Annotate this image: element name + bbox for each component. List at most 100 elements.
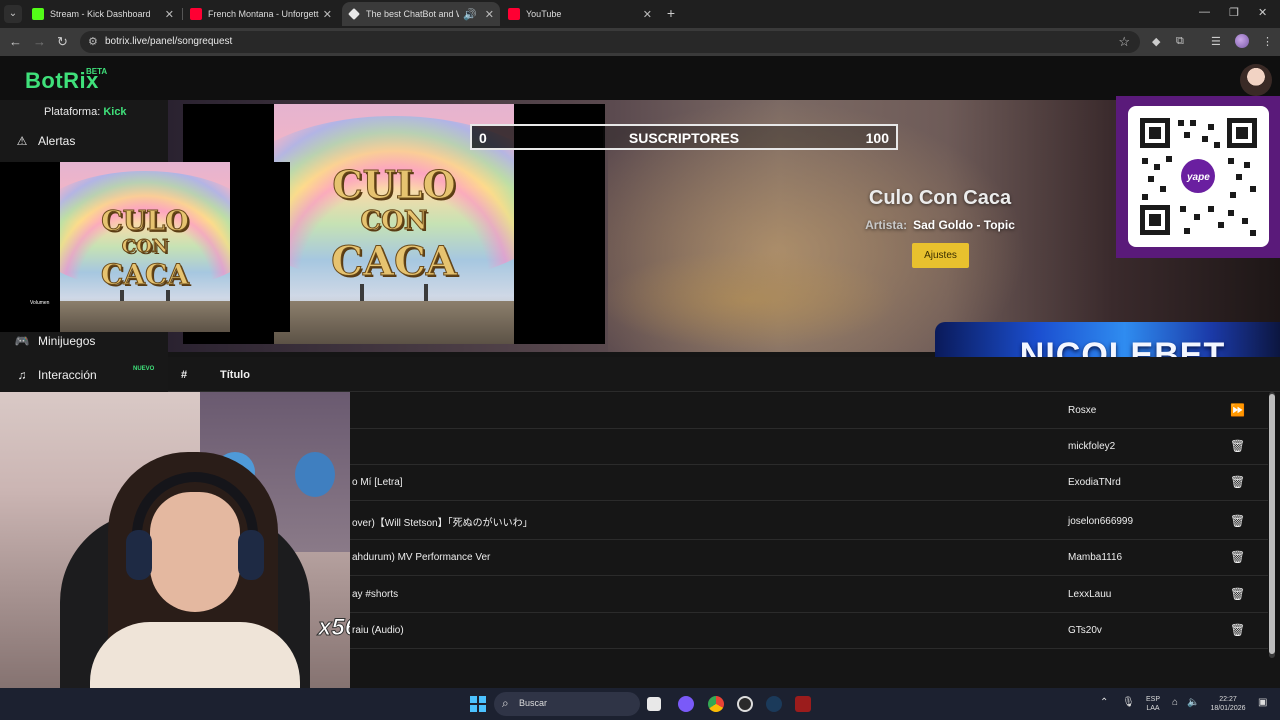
artist-name: Sad Goldo - Topic bbox=[913, 218, 1015, 232]
app-header: BotRix BETA bbox=[0, 56, 1280, 100]
sidebar-item-interaccion[interactable]: ♫ Interacción bbox=[14, 368, 97, 382]
tab-label: YouTube bbox=[526, 9, 562, 19]
forward-icon[interactable]: → bbox=[33, 34, 46, 50]
platform-indicator: Plataforma: Kick bbox=[44, 106, 127, 118]
close-window-icon[interactable]: ✕ bbox=[1258, 6, 1267, 19]
new-tab-icon[interactable]: + bbox=[663, 5, 679, 21]
restore-icon[interactable]: ❐ bbox=[1229, 6, 1239, 19]
steam-icon[interactable] bbox=[766, 696, 782, 712]
goal-max: 100 bbox=[865, 130, 889, 146]
close-tab-icon[interactable]: ✕ bbox=[643, 8, 652, 21]
lang-line: ESP bbox=[1145, 696, 1160, 703]
browser-profile-avatar[interactable] bbox=[1235, 34, 1249, 48]
extension-diamond-icon[interactable]: ◆ bbox=[1152, 35, 1160, 48]
tab-label: French Montana - Unforgettabl bbox=[208, 9, 319, 19]
trash-icon[interactable]: 🗑 bbox=[1230, 439, 1245, 453]
art-text-line: CON bbox=[121, 236, 169, 258]
extensions-puzzle-icon[interactable]: ⧉ bbox=[1176, 35, 1184, 48]
trash-icon[interactable]: 🗑 bbox=[1230, 623, 1245, 637]
volume-icon[interactable]: 🔈 bbox=[1187, 697, 1199, 708]
row-user: joselon666999 bbox=[1068, 516, 1134, 527]
row-title: ay #shorts bbox=[352, 589, 399, 600]
new-badge: NUEVO bbox=[133, 366, 155, 372]
user-avatar[interactable] bbox=[1240, 64, 1272, 96]
art-ground bbox=[60, 301, 230, 332]
gamepad-icon: 🎮 bbox=[14, 334, 30, 348]
close-tab-icon[interactable]: ✕ bbox=[485, 8, 494, 21]
art-text-line: CACA bbox=[100, 258, 190, 292]
subscriber-goal-bar: 0 SUSCRIPTORES 100 bbox=[470, 124, 898, 150]
column-title[interactable]: Título bbox=[220, 369, 250, 381]
tab-search-menu-icon[interactable]: ⌄ bbox=[4, 5, 22, 23]
bookmark-star-icon[interactable]: ☆ bbox=[1118, 34, 1130, 50]
webcam-feed: x56 bbox=[0, 392, 350, 720]
row-title: o Mí [Letra] bbox=[352, 477, 403, 488]
scrollbar-thumb[interactable] bbox=[1269, 394, 1275, 654]
sidebar-item-label: Minijuegos bbox=[38, 334, 96, 348]
windows-start-icon[interactable] bbox=[470, 696, 486, 712]
volume-label[interactable]: Volumen bbox=[28, 299, 52, 307]
task-view-icon[interactable] bbox=[647, 697, 661, 711]
url-text: botrix.live/panel/songrequest bbox=[105, 36, 233, 47]
network-icon[interactable]: ⌂ bbox=[1172, 697, 1178, 708]
tab-kick-dashboard[interactable]: Stream - Kick Dashboard ✕ bbox=[26, 2, 180, 26]
queue-table-header: # Título bbox=[168, 357, 1280, 392]
warning-icon: ⚠ bbox=[16, 134, 28, 148]
kick-favicon-icon bbox=[32, 8, 44, 20]
clock[interactable]: 22:27 18/01/2026 bbox=[1205, 695, 1251, 713]
tab-youtube[interactable]: YouTube ✕ bbox=[502, 2, 658, 26]
browser-menu-icon[interactable]: ⋮ bbox=[1262, 35, 1273, 48]
close-tab-icon[interactable]: ✕ bbox=[165, 8, 174, 21]
song-artist: Artista: Sad Goldo - Topic bbox=[815, 218, 1065, 232]
tab-label: The best ChatBot and Widg bbox=[366, 9, 459, 19]
sidebar-item-label: Interacción bbox=[38, 368, 97, 382]
notification-icon[interactable]: ▣ bbox=[1258, 697, 1267, 708]
music-note-icon: ♫ bbox=[17, 368, 27, 382]
goal-label: SUSCRIPTORES bbox=[628, 130, 740, 146]
settings-button[interactable]: Ajustes bbox=[912, 243, 969, 268]
search-placeholder: Buscar bbox=[519, 698, 548, 708]
row-user: Rosxe bbox=[1068, 405, 1097, 416]
site-info-icon[interactable]: ⚙ bbox=[88, 35, 98, 48]
row-user: Mamba1116 bbox=[1068, 552, 1123, 563]
close-tab-icon[interactable]: ✕ bbox=[323, 8, 332, 21]
tray-chevron-icon[interactable]: ⌃ bbox=[1100, 697, 1108, 708]
queue-scrollbar[interactable] bbox=[1269, 392, 1275, 658]
youtube-favicon-icon bbox=[508, 8, 520, 20]
tab-label: Stream - Kick Dashboard bbox=[50, 9, 151, 19]
skip-forward-icon[interactable]: ⏩ bbox=[1230, 403, 1245, 417]
minimize-icon[interactable]: — bbox=[1199, 6, 1210, 18]
time-text: 22:27 bbox=[1219, 696, 1237, 703]
trash-icon[interactable]: 🗑 bbox=[1230, 587, 1245, 601]
media-control-icon[interactable]: ☰ bbox=[1211, 35, 1221, 48]
trash-icon[interactable]: 🗑 bbox=[1230, 475, 1245, 489]
back-icon[interactable]: ← bbox=[9, 34, 22, 50]
taskbar-search[interactable]: ⌕ Buscar bbox=[494, 692, 640, 716]
beta-badge: BETA bbox=[86, 67, 108, 76]
discord-icon[interactable] bbox=[678, 696, 694, 712]
reload-icon[interactable]: ↻ bbox=[57, 34, 68, 50]
chrome-icon[interactable] bbox=[708, 696, 724, 712]
tab-separator bbox=[182, 8, 183, 20]
browser-tabstrip: ⌄ Stream - Kick Dashboard ✕ French Monta… bbox=[0, 0, 1280, 28]
language-indicator[interactable]: ESP LAA bbox=[1142, 695, 1164, 713]
date-text: 18/01/2026 bbox=[1210, 705, 1246, 712]
trash-icon[interactable]: 🗑 bbox=[1230, 514, 1245, 528]
microphone-icon[interactable]: 🎙 bbox=[1122, 697, 1135, 708]
audio-playing-icon[interactable]: 🔊 bbox=[463, 8, 477, 21]
windows-taskbar bbox=[0, 688, 1280, 720]
tab-botrix[interactable]: The best ChatBot and Widg 🔊 ✕ bbox=[342, 2, 500, 26]
sidebar-item-alertas[interactable]: ⚠ Alertas bbox=[14, 134, 76, 148]
combo-counter: x56 bbox=[317, 614, 350, 642]
trash-icon[interactable]: 🗑 bbox=[1230, 550, 1245, 564]
tab-youtube-french-montana[interactable]: French Montana - Unforgettabl ✕ bbox=[184, 2, 338, 26]
browser-toolbar: ← → ↻ ⚙ botrix.live/panel/songrequest ☆ … bbox=[0, 28, 1280, 56]
headset-earcup bbox=[238, 530, 264, 580]
sidebar-item-minijuegos[interactable]: 🎮 Minijuegos bbox=[14, 334, 96, 348]
platform-value: Kick bbox=[103, 106, 127, 118]
dota-icon[interactable] bbox=[795, 696, 811, 712]
song-title: Culo Con Caca bbox=[868, 187, 1012, 209]
address-bar[interactable]: ⚙ botrix.live/panel/songrequest ☆ bbox=[80, 31, 1140, 53]
row-user: ExodiaTNrd bbox=[1068, 477, 1121, 488]
obs-icon[interactable] bbox=[737, 696, 753, 712]
